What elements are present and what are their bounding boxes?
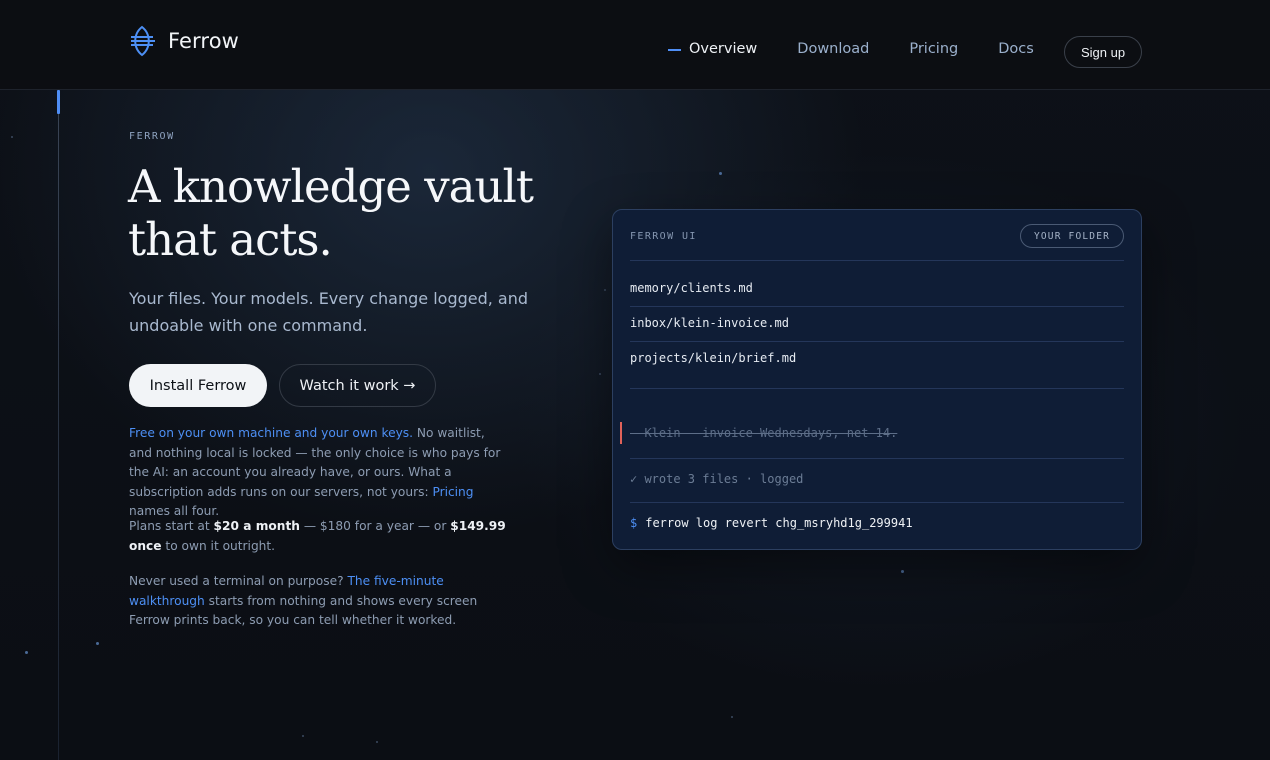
- file-row[interactable]: memory/clients.md: [630, 281, 753, 295]
- nav-link-label: Overview: [689, 41, 758, 57]
- divider: [630, 260, 1124, 261]
- ferrow-ui-card: FERROW UI YOUR FOLDER memory/clients.md …: [612, 209, 1142, 550]
- logged-status: ✓ wrote 3 files · logged: [630, 472, 804, 486]
- side-rail-line: [58, 90, 59, 760]
- plans-paragraph: Plans start at $20 a month — $180 for a …: [129, 517, 509, 556]
- star-dot: [11, 136, 13, 138]
- free-info-end: names all four.: [129, 504, 220, 518]
- hero-headline: A knowledge vault that acts.: [128, 160, 568, 266]
- card-title: FERROW UI: [630, 231, 697, 242]
- nav-link-docs[interactable]: Docs: [998, 41, 1034, 57]
- free-info-paragraph: Free on your own machine and your own ke…: [129, 424, 509, 522]
- install-button[interactable]: Install Ferrow: [129, 364, 267, 407]
- divider: [630, 306, 1124, 307]
- walkthrough-paragraph: Never used a terminal on purpose? The fi…: [129, 572, 509, 631]
- reverted-line-text: – Klein — invoice Wednesdays, net 14.: [630, 426, 898, 440]
- pricing-link[interactable]: Pricing: [432, 485, 473, 499]
- hero-subtitle: Your files. Your models. Every change lo…: [129, 289, 529, 335]
- nav-link-download[interactable]: Download: [797, 41, 869, 57]
- divider: [630, 341, 1124, 342]
- active-indicator: [668, 49, 681, 51]
- brand-logo[interactable]: Ferrow: [128, 24, 239, 58]
- star-dot: [731, 716, 733, 718]
- ferrow-logo-icon: [131, 25, 155, 57]
- nav-link-pricing[interactable]: Pricing: [909, 41, 958, 57]
- star-dot: [376, 741, 378, 743]
- nav-links: Overview Download Pricing Docs: [668, 41, 1074, 57]
- star-dot: [96, 642, 99, 645]
- top-navbar: Ferrow Overview Download Pricing Docs Si…: [0, 0, 1270, 90]
- watch-it-work-button[interactable]: Watch it work →: [279, 364, 436, 407]
- command-text: ferrow log revert chg_msryhd1g_299941: [645, 516, 913, 530]
- removed-marker: [620, 422, 622, 444]
- reverted-line: – Klein — invoice Wednesdays, net 14.: [620, 422, 897, 444]
- brand-name: Ferrow: [168, 29, 239, 53]
- divider: [630, 458, 1124, 459]
- monthly-price: $20 a month: [213, 519, 300, 533]
- divider: [630, 388, 1124, 389]
- eyebrow-label: FERROW: [129, 131, 175, 142]
- plans-text: to own it outright.: [161, 538, 276, 553]
- star-dot: [719, 172, 722, 175]
- command-line: $ ferrow log revert chg_msryhd1g_299941: [630, 516, 913, 530]
- prompt-symbol: $: [630, 516, 638, 530]
- star-dot: [302, 735, 304, 737]
- star-dot: [25, 651, 28, 654]
- file-row[interactable]: inbox/klein-invoice.md: [630, 316, 789, 330]
- headline-line-1: A knowledge vault: [128, 160, 534, 213]
- plans-text: — $180 for a year — or: [299, 519, 451, 533]
- side-rail-marker: [57, 90, 60, 114]
- sign-up-button[interactable]: Sign up: [1064, 36, 1142, 68]
- nav-link-overview[interactable]: Overview: [668, 41, 757, 57]
- your-folder-badge: YOUR FOLDER: [1020, 224, 1124, 248]
- plans-text: Plans start at: [129, 519, 214, 533]
- divider: [630, 502, 1124, 503]
- file-row[interactable]: projects/klein/brief.md: [630, 351, 796, 365]
- free-info-link[interactable]: Free on your own machine and your own ke…: [129, 426, 413, 440]
- headline-line-2: that acts.: [128, 213, 333, 266]
- walkthrough-text: Never used a terminal on purpose?: [129, 574, 348, 588]
